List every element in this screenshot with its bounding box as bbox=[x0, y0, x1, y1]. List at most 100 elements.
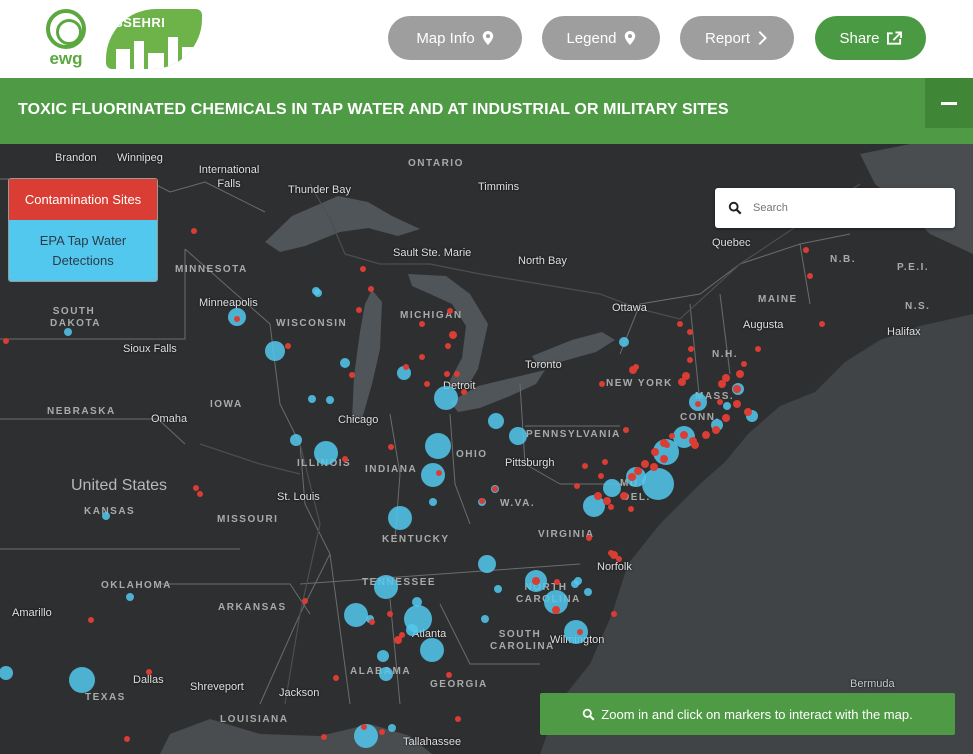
epa-detection-marker[interactable] bbox=[377, 650, 389, 662]
epa-detection-marker[interactable] bbox=[340, 358, 350, 368]
contamination-site-marker[interactable] bbox=[88, 617, 94, 623]
contamination-site-marker[interactable] bbox=[680, 431, 688, 439]
contamination-site-marker[interactable] bbox=[741, 361, 747, 367]
epa-detection-marker[interactable] bbox=[265, 341, 285, 361]
report-button[interactable]: Report bbox=[680, 16, 794, 60]
contamination-site-marker[interactable] bbox=[285, 343, 291, 349]
epa-detection-marker[interactable] bbox=[421, 463, 445, 487]
contamination-site-marker[interactable] bbox=[620, 492, 628, 500]
contamination-site-marker[interactable] bbox=[650, 463, 658, 471]
contamination-site-marker[interactable] bbox=[722, 414, 730, 422]
contamination-site-marker[interactable] bbox=[687, 329, 693, 335]
contamination-site-marker[interactable] bbox=[399, 632, 405, 638]
contamination-site-marker[interactable] bbox=[554, 579, 560, 585]
contamination-site-marker[interactable] bbox=[582, 463, 588, 469]
contamination-site-marker[interactable] bbox=[602, 459, 608, 465]
contamination-site-marker[interactable] bbox=[807, 273, 813, 279]
contamination-site-marker[interactable] bbox=[717, 399, 723, 405]
epa-detection-marker[interactable] bbox=[478, 555, 496, 573]
epa-detection-marker[interactable] bbox=[723, 402, 731, 410]
contamination-site-marker[interactable] bbox=[234, 316, 240, 322]
contamination-sites-toggle[interactable]: Contamination Sites bbox=[9, 179, 157, 220]
epa-detection-marker[interactable] bbox=[603, 479, 621, 497]
legend-button[interactable]: Legend bbox=[542, 16, 660, 60]
contamination-site-marker[interactable] bbox=[342, 456, 348, 462]
contamination-site-marker[interactable] bbox=[436, 470, 442, 476]
contamination-site-marker[interactable] bbox=[360, 266, 366, 272]
epa-detection-marker[interactable] bbox=[494, 585, 502, 593]
contamination-site-marker[interactable] bbox=[454, 371, 460, 377]
contamination-site-marker[interactable] bbox=[695, 401, 701, 407]
contamination-site-marker[interactable] bbox=[677, 321, 683, 327]
epa-detection-marker[interactable] bbox=[379, 667, 393, 681]
contamination-site-marker[interactable] bbox=[191, 228, 197, 234]
contamination-site-marker[interactable] bbox=[733, 400, 741, 408]
contamination-site-marker[interactable] bbox=[492, 486, 498, 492]
contamination-site-marker[interactable] bbox=[532, 577, 540, 585]
contamination-site-marker[interactable] bbox=[124, 736, 130, 742]
contamination-site-marker[interactable] bbox=[651, 448, 659, 456]
epa-detection-marker[interactable] bbox=[314, 441, 338, 465]
contamination-site-marker[interactable] bbox=[691, 441, 699, 449]
epa-detection-marker[interactable] bbox=[326, 396, 334, 404]
epa-detection-marker[interactable] bbox=[406, 624, 418, 636]
contamination-site-marker[interactable] bbox=[349, 372, 355, 378]
contamination-site-marker[interactable] bbox=[361, 724, 367, 730]
contamination-site-marker[interactable] bbox=[446, 672, 452, 678]
contamination-site-marker[interactable] bbox=[712, 426, 720, 434]
contamination-site-marker[interactable] bbox=[552, 606, 560, 614]
contamination-site-marker[interactable] bbox=[146, 669, 152, 675]
collapse-button[interactable] bbox=[925, 78, 973, 128]
contamination-site-marker[interactable] bbox=[419, 321, 425, 327]
epa-detection-marker[interactable] bbox=[69, 667, 95, 693]
contamination-site-marker[interactable] bbox=[387, 611, 393, 617]
epa-detection-marker[interactable] bbox=[102, 512, 110, 520]
contamination-site-marker[interactable] bbox=[193, 485, 199, 491]
contamination-site-marker[interactable] bbox=[403, 364, 409, 370]
epa-detection-marker[interactable] bbox=[481, 615, 489, 623]
contamination-site-marker[interactable] bbox=[669, 433, 675, 439]
contamination-site-marker[interactable] bbox=[3, 338, 9, 344]
contamination-site-marker[interactable] bbox=[623, 427, 629, 433]
epa-detection-marker[interactable] bbox=[509, 427, 527, 445]
contamination-site-marker[interactable] bbox=[641, 460, 649, 468]
epa-detection-marker[interactable] bbox=[488, 413, 504, 429]
ssehri-logo[interactable]: SSEHRI bbox=[106, 9, 202, 69]
epa-detection-marker[interactable] bbox=[619, 337, 629, 347]
contamination-site-marker[interactable] bbox=[461, 389, 467, 395]
contamination-site-marker[interactable] bbox=[744, 408, 752, 416]
epa-detection-marker[interactable] bbox=[344, 603, 368, 627]
epa-detection-marker[interactable] bbox=[126, 593, 134, 601]
epa-detection-marker[interactable] bbox=[425, 433, 451, 459]
contamination-site-marker[interactable] bbox=[687, 357, 693, 363]
contamination-site-marker[interactable] bbox=[368, 286, 374, 292]
contamination-site-marker[interactable] bbox=[628, 506, 634, 512]
contamination-site-marker[interactable] bbox=[755, 346, 761, 352]
contamination-site-marker[interactable] bbox=[444, 371, 450, 377]
map-info-button[interactable]: Map Info bbox=[388, 16, 522, 60]
contamination-site-marker[interactable] bbox=[197, 491, 203, 497]
contamination-site-marker[interactable] bbox=[634, 467, 642, 475]
contamination-site-marker[interactable] bbox=[419, 354, 425, 360]
epa-detection-marker[interactable] bbox=[642, 468, 674, 500]
epa-detection-marker[interactable] bbox=[429, 498, 437, 506]
epa-detection-marker[interactable] bbox=[420, 638, 444, 662]
epa-detection-marker[interactable] bbox=[584, 588, 592, 596]
contamination-site-marker[interactable] bbox=[379, 729, 385, 735]
share-button[interactable]: Share bbox=[815, 16, 926, 60]
contamination-site-marker[interactable] bbox=[608, 550, 614, 556]
contamination-site-marker[interactable] bbox=[455, 716, 461, 722]
contamination-site-marker[interactable] bbox=[333, 675, 339, 681]
contamination-site-marker[interactable] bbox=[660, 439, 668, 447]
contamination-site-marker[interactable] bbox=[702, 431, 710, 439]
epa-detections-toggle[interactable]: EPA Tap Water Detections bbox=[9, 220, 157, 281]
contamination-site-marker[interactable] bbox=[574, 483, 580, 489]
contamination-site-marker[interactable] bbox=[722, 374, 730, 382]
epa-detection-marker[interactable] bbox=[312, 287, 320, 295]
contamination-site-marker[interactable] bbox=[682, 372, 690, 380]
epa-detection-marker[interactable] bbox=[308, 395, 316, 403]
contamination-site-marker[interactable] bbox=[356, 307, 362, 313]
epa-detection-marker[interactable] bbox=[571, 580, 579, 588]
ewg-logo[interactable]: ewg bbox=[44, 9, 88, 68]
search-input[interactable] bbox=[753, 198, 943, 218]
